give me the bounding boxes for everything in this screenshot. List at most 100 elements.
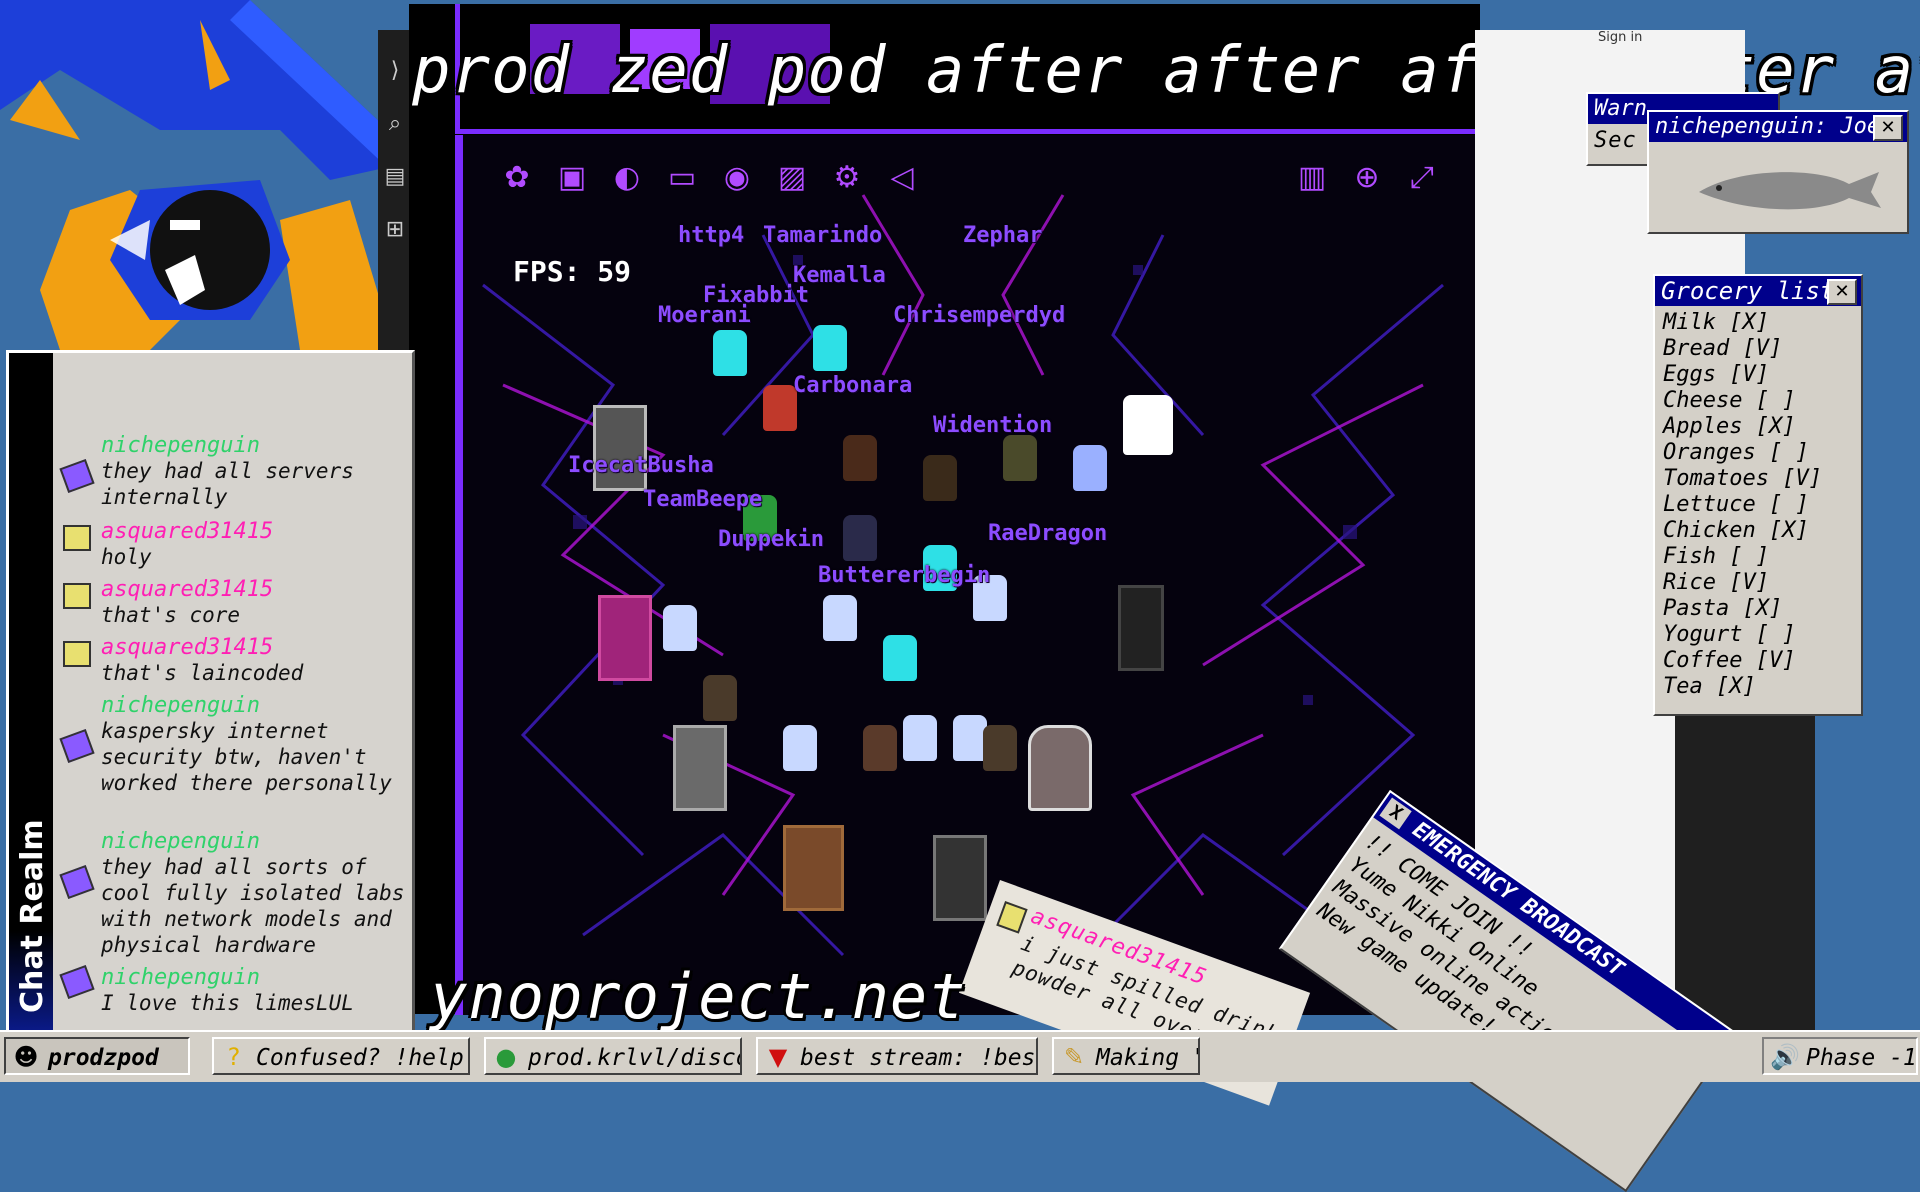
chat-username: asquared31415: [101, 519, 274, 544]
grocery-item: Tomatoes [V]: [1663, 466, 1822, 491]
player-sprite[interactable]: [843, 435, 877, 481]
close-icon[interactable]: ✕: [1827, 279, 1857, 305]
player-name: Moerani: [658, 303, 751, 328]
player-sprite[interactable]: [843, 515, 877, 561]
chat-username: nichepenguin: [101, 433, 260, 458]
chat-text: I love this limesLUL: [101, 991, 354, 1015]
grocery-item: Yogurt [ ]: [1663, 622, 1796, 647]
player-sprite[interactable]: [813, 325, 847, 371]
player-sprite[interactable]: [663, 605, 697, 651]
sound-icon[interactable]: ◁: [883, 159, 921, 197]
badge-icon: [59, 458, 95, 494]
grocery-window-title: Grocery list: [1661, 277, 1835, 305]
grocery-item: Eggs [V]: [1663, 362, 1769, 387]
fullscreen-icon[interactable]: ⤢: [1403, 159, 1441, 197]
grocery-item: Tea [X]: [1663, 674, 1756, 699]
player-sprite[interactable]: [713, 330, 747, 376]
globe-icon[interactable]: ⊕: [1348, 159, 1386, 197]
vscode-icon[interactable]: ⟩: [378, 58, 412, 83]
player-sprite[interactable]: [883, 635, 917, 681]
task-discord[interactable]: ● prod.krlvl/discord: [484, 1037, 742, 1075]
signin-link[interactable]: Sign in: [1598, 30, 1642, 45]
player-name: Carbonara: [793, 373, 913, 398]
player-name: Zephar: [963, 223, 1043, 248]
player-sprite[interactable]: [763, 385, 797, 431]
chat-message: asquared31415 holy: [63, 519, 405, 570]
player-sprite[interactable]: [953, 715, 987, 761]
chat-username: nichepenguin: [101, 965, 260, 990]
door-arched[interactable]: [1028, 725, 1092, 811]
extensions-icon[interactable]: ⊞: [378, 217, 412, 242]
player-sprite[interactable]: [1073, 445, 1107, 491]
player-sprite[interactable]: [823, 595, 857, 641]
domain-overlay-text: ynoproject.net: [430, 960, 967, 1033]
notebook-icon: [63, 583, 91, 609]
search-icon[interactable]: ⌕: [378, 111, 412, 136]
task-making[interactable]: ✎ Making "": [1052, 1037, 1200, 1075]
grocery-item: Coffee [V]: [1663, 648, 1796, 673]
save-icon[interactable]: ▣: [553, 159, 591, 197]
grocery-item: Fish [ ]: [1663, 544, 1769, 569]
map-icon[interactable]: ▥: [1293, 159, 1331, 197]
player-sprite[interactable]: [783, 725, 817, 771]
crystal-pillar[interactable]: [1118, 585, 1164, 671]
player-sprite[interactable]: [923, 455, 957, 501]
task-best[interactable]: ▼ best stream: !best: [756, 1037, 1038, 1075]
player-name: Duppekin: [718, 527, 824, 552]
door-wooden[interactable]: [783, 825, 844, 911]
chat-icon[interactable]: ▭: [663, 159, 701, 197]
player-sprite[interactable]: [1003, 435, 1037, 481]
grocery-window[interactable]: Grocery list ✕ Milk [X] Bread [V] Eggs […: [1653, 274, 1863, 716]
player-name: Tamarindo: [763, 223, 883, 248]
close-icon[interactable]: X: [1379, 797, 1412, 830]
door-stone[interactable]: [673, 725, 727, 811]
palette-icon[interactable]: ◐: [608, 159, 646, 197]
grocery-item: Cheese [ ]: [1663, 388, 1796, 413]
player-sprite[interactable]: [703, 675, 737, 721]
taskbar: ☻ prodzpod ? Confused? !help ● prod.krlv…: [0, 1030, 1920, 1082]
wizard-illustration: [0, 0, 420, 350]
grocery-item: Lettuce [ ]: [1663, 492, 1809, 517]
grocery-item: Chicken [X]: [1663, 518, 1809, 543]
speaker-icon: 🔊: [1770, 1043, 1800, 1071]
door-pink[interactable]: [598, 595, 652, 681]
chat-realm-panel: Chat Realm nichepenguin they had all ser…: [6, 350, 415, 1036]
chat-text: they had all servers internally: [101, 459, 354, 509]
chat-text: they had all sorts of cool fully isolate…: [101, 855, 405, 957]
chat-sidebar: Chat Realm: [9, 353, 53, 1033]
player-sprite[interactable]: [903, 715, 937, 761]
chat-message: asquared31415 that's laincoded: [63, 635, 405, 686]
system-tray[interactable]: 🔊 Phase -1: [1762, 1037, 1918, 1075]
close-icon[interactable]: ✕: [1873, 115, 1903, 141]
chat-message: nichepenguin they had all sorts of cool …: [59, 829, 405, 958]
chat-text: holy: [101, 545, 152, 569]
files-icon[interactable]: ▤: [378, 164, 412, 189]
joel-window[interactable]: nichepenguin: Joel ✕: [1647, 110, 1909, 234]
start-button[interactable]: ☻ prodzpod: [4, 1037, 190, 1075]
grocery-item: Pasta [X]: [1663, 596, 1783, 621]
notebook-icon: [996, 901, 1028, 934]
grocery-item: Apples [X]: [1663, 414, 1796, 439]
task-help[interactable]: ? Confused? !help: [212, 1037, 470, 1075]
task-label: prod.krlvl/discord: [528, 1045, 740, 1071]
task-label: Confused? !help: [256, 1045, 464, 1071]
cat-icon: ☻: [13, 1043, 39, 1071]
image-icon[interactable]: ▨: [773, 159, 811, 197]
player-name: TeamBeepe: [643, 487, 763, 512]
chat-message: asquared31415 that's core: [63, 577, 405, 628]
party-icon[interactable]: ✿: [498, 159, 536, 197]
settings-icon[interactable]: ⚙: [828, 159, 866, 197]
grocery-item: Milk [X]: [1663, 310, 1769, 335]
player-sprite[interactable]: [983, 725, 1017, 771]
pencil-icon: ✎: [1063, 1043, 1085, 1071]
door-grey[interactable]: [593, 405, 647, 491]
task-label: Making "": [1096, 1045, 1198, 1071]
tray-label: Phase -1: [1806, 1045, 1917, 1071]
ghost-sprite[interactable]: [1123, 395, 1173, 455]
globe-icon: ●: [495, 1043, 517, 1071]
chat-message: nichepenguin they had all servers intern…: [59, 433, 405, 510]
camera-icon[interactable]: ◉: [718, 159, 756, 197]
player-sprite[interactable]: [863, 725, 897, 771]
chat-text: that's core: [101, 603, 241, 627]
door-dark[interactable]: [933, 835, 987, 921]
